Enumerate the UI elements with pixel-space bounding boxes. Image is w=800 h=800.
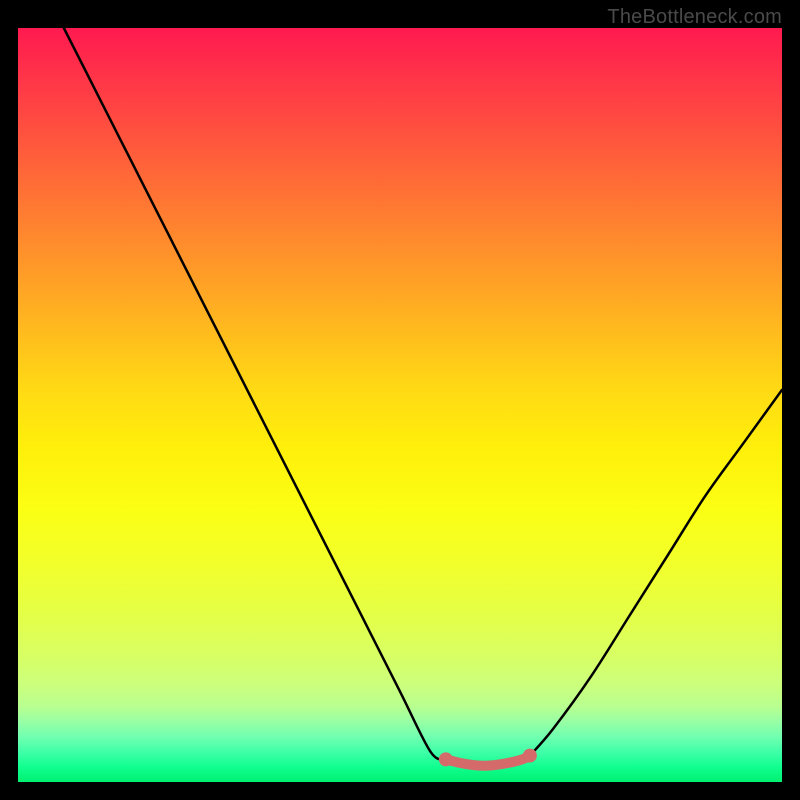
series-left-curve (64, 28, 446, 759)
chart-svg (18, 28, 782, 782)
chart-container: TheBottleneck.com (0, 0, 800, 800)
plot-area (18, 28, 782, 782)
plateau-end-dot-1 (523, 749, 537, 763)
plateau-end-dot-0 (439, 752, 453, 766)
watermark-text: TheBottleneck.com (607, 6, 782, 29)
series-bottom-plateau (446, 756, 530, 766)
curve-group (64, 28, 782, 766)
series-right-curve (530, 390, 782, 756)
